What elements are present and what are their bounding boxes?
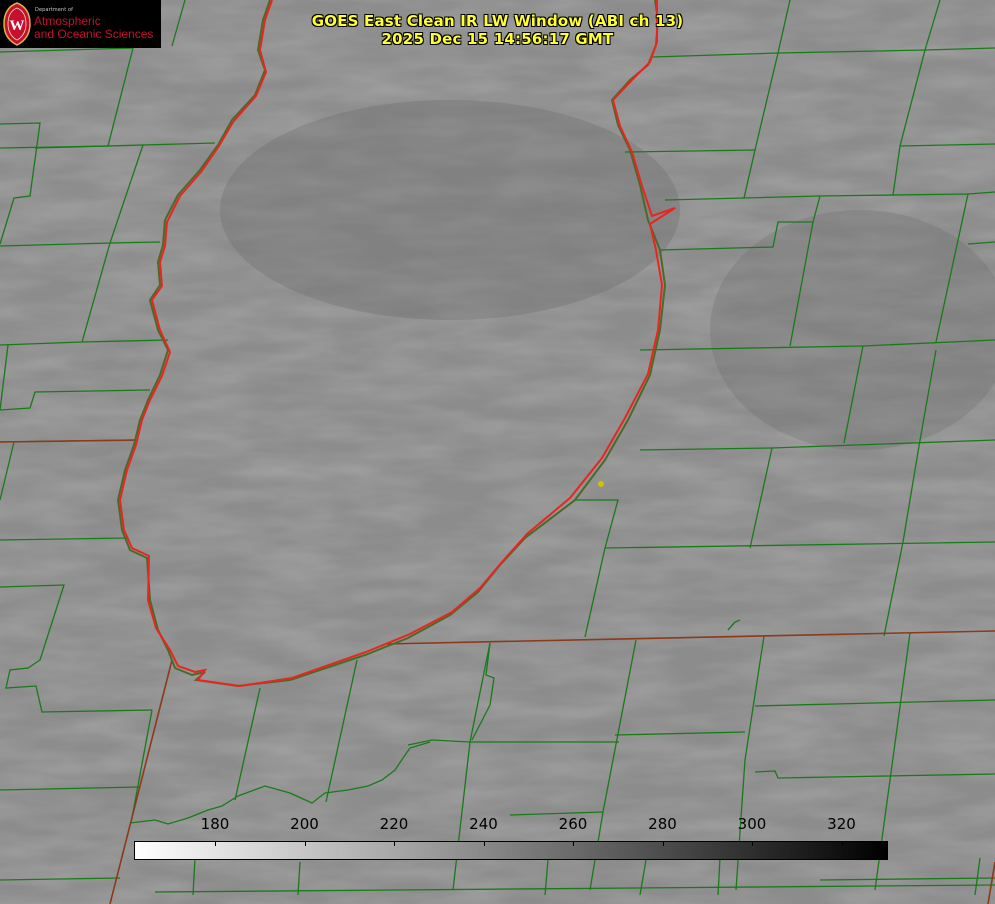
colorbar-tick-mark	[662, 841, 664, 846]
satellite-map	[0, 0, 995, 904]
colorbar-tick-mark	[394, 841, 395, 846]
colorbar	[134, 841, 888, 860]
colorbar-tick-mark	[483, 841, 485, 846]
colorbar-tick-mark	[215, 841, 216, 846]
colorbar-tick-label: 260	[558, 815, 588, 833]
colorbar-tick-mark	[752, 841, 753, 846]
timestamp-title: 2025 Dec 15 14:56:17 GMT	[381, 30, 614, 48]
colorbar-tick-label: 180	[200, 815, 230, 833]
location-marker	[598, 481, 604, 487]
colorbar-tick-mark	[573, 841, 574, 846]
colorbar-tick-label: 240	[469, 815, 498, 833]
colorbar-tick-label: 320	[827, 815, 856, 833]
colorbar-tick-label: 220	[379, 815, 409, 833]
colorbar-tick-label: 280	[648, 815, 677, 833]
colorbar-tick-label: 300	[737, 815, 767, 833]
colorbar-tick-mark	[304, 841, 306, 846]
cloud-band	[220, 100, 680, 320]
product-title: GOES East Clean IR LW Window (ABI ch 13)	[311, 12, 684, 30]
colorbar-tick-label: 200	[290, 815, 319, 833]
colorbar-tick-mark	[841, 841, 843, 846]
